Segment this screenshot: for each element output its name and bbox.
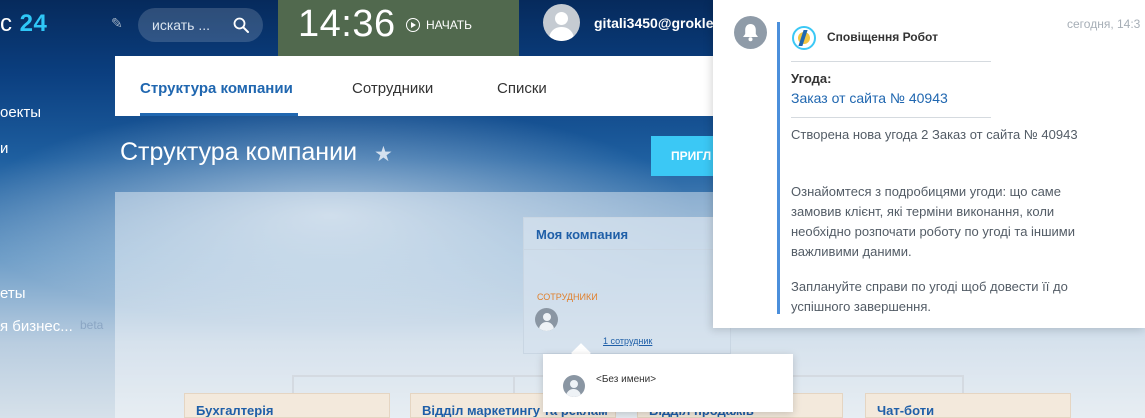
tab-company-structure[interactable]: Структура компании [140, 80, 293, 97]
company-title[interactable]: Моя компания [536, 227, 628, 242]
employee-popup: <Без имени> [543, 354, 793, 412]
left-menu-item-reports[interactable]: еты [0, 285, 26, 302]
time-widget[interactable]: 14:36 НАЧАТЬ [278, 0, 519, 56]
connector-mid-left [513, 375, 515, 393]
employee-avatar[interactable] [563, 375, 585, 397]
dept-label: Чат-боти [877, 403, 935, 418]
deal-label: Угода: [791, 71, 832, 86]
notification-sender: Сповіщення Робот [827, 30, 938, 44]
connector-left [292, 375, 294, 393]
invite-button[interactable]: ПРИГЛ [651, 136, 715, 176]
divider [791, 61, 991, 62]
tab-employees[interactable]: Сотрудники [352, 80, 433, 97]
beta-badge: beta [80, 318, 104, 332]
search-input[interactable] [152, 8, 232, 42]
search-icon[interactable] [233, 17, 249, 33]
notification-accent-bar [777, 22, 780, 314]
start-workday-button[interactable]: НАЧАТЬ [406, 16, 472, 34]
dept-label: Бухгалтерія [196, 403, 274, 418]
logo[interactable]: с 24 [0, 10, 47, 38]
tab-lists[interactable]: Списки [497, 80, 547, 97]
notification-text-created: Створена нова угода 2 Заказ от сайта № 4… [791, 127, 1078, 142]
dept-chatbots[interactable]: Чат-боти [865, 393, 1071, 418]
divider [791, 117, 991, 118]
bell-icon [734, 16, 767, 49]
play-icon [406, 18, 420, 32]
deal-link[interactable]: Заказ от сайта № 40943 [791, 90, 948, 106]
employee-name[interactable]: <Без имени> [596, 374, 656, 385]
connector-right [962, 375, 964, 393]
pencil-icon[interactable]: ✎ [111, 16, 125, 30]
user-name[interactable]: gitali3450@grokle [594, 15, 714, 31]
notification-text-details: Ознайомтеся з подробицями угоди: що саме… [791, 184, 1075, 259]
start-label: НАЧАТЬ [426, 18, 473, 32]
search-box[interactable] [138, 8, 263, 42]
divider [524, 249, 730, 250]
active-tab-indicator [140, 113, 298, 116]
robot-logo-icon [792, 26, 816, 50]
notification-text-plan: Заплануйте справи по угоді щоб довести ї… [791, 279, 1068, 314]
company-node[interactable]: Моя компания СОТРУДНИКИ 1 сотрудник [523, 217, 731, 354]
logo-prefix: с [0, 10, 13, 37]
page-title: Структура компании [120, 138, 358, 166]
staff-label: СОТРУДНИКИ [537, 292, 598, 302]
user-avatar[interactable] [543, 4, 580, 41]
tab-bar: Структура компании Сотрудники Списки [115, 56, 715, 116]
star-icon[interactable]: ★ [374, 142, 393, 167]
notification-time: сегодня, 14:3 [1067, 17, 1141, 31]
left-menu-item-2[interactable]: и [0, 140, 8, 157]
dept-accounting[interactable]: Бухгалтерія [184, 393, 390, 418]
logo-number: 24 [19, 10, 48, 37]
clock-time: 14:36 [298, 3, 396, 45]
notification-panel: сегодня, 14:3 Сповіщення Робот Угода: За… [713, 0, 1145, 328]
staff-count-link[interactable]: 1 сотрудник [603, 336, 652, 346]
left-menu-item-projects[interactable]: оекты [0, 104, 41, 121]
staff-avatar[interactable] [535, 308, 558, 331]
left-menu-item-business[interactable]: я бизнес... [0, 318, 73, 335]
